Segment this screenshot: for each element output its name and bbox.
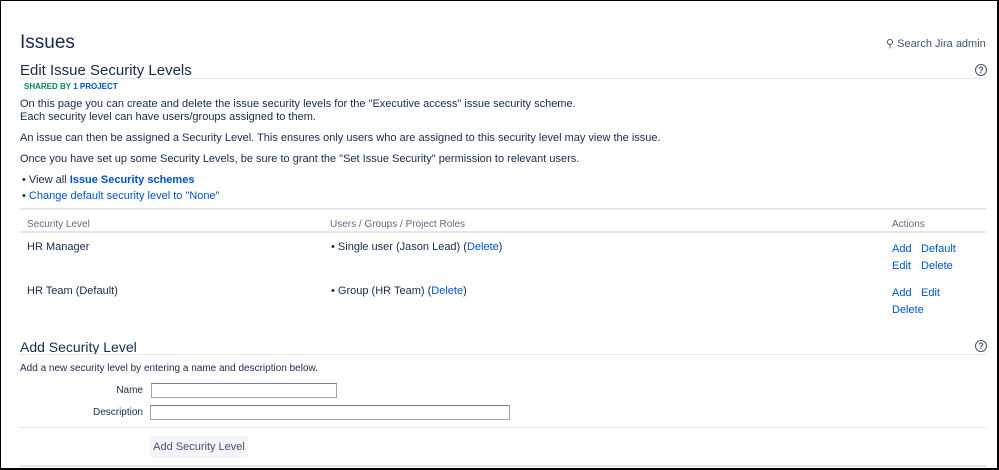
intro-text-1: On this page you can create and delete t… [20, 98, 576, 110]
table-header-divider [20, 231, 986, 233]
edit-link[interactable]: Edit [892, 260, 911, 272]
view-all-item: • View all Issue Security schemes [22, 174, 195, 186]
help-icon[interactable]: ? [975, 64, 987, 76]
divider [20, 78, 986, 79]
search-jira-admin-link[interactable]: ⚲ Search Jira admin [886, 37, 986, 50]
header-users-groups: Users / Groups / Project Roles [330, 219, 466, 230]
search-icon: ⚲ [886, 38, 895, 50]
description-input[interactable] [150, 405, 510, 420]
intro-text-4: Once you have set up some Security Level… [20, 153, 580, 165]
name-label: Name [116, 385, 143, 396]
page-title: Issues [20, 32, 75, 53]
security-level-name: HR Manager [27, 241, 90, 253]
add-link[interactable]: Add [892, 243, 912, 255]
delete-link[interactable]: Delete [892, 304, 924, 316]
divider [20, 354, 986, 355]
change-default-item: • Change default security level to "None… [22, 190, 220, 202]
description-label: Description [92, 407, 143, 418]
divider [20, 427, 986, 428]
default-link[interactable]: Default [921, 243, 956, 255]
delete-member-link[interactable]: Delete [431, 285, 463, 297]
delete-link[interactable]: Delete [921, 260, 953, 272]
member-item: • Single user (Jason Lead) (Delete) [331, 241, 503, 253]
add-security-level-button[interactable]: Add Security Level [150, 436, 248, 458]
shared-by-badge[interactable]: SHARED BY 1 PROJECT [24, 82, 118, 91]
add-link[interactable]: Add [892, 287, 912, 299]
security-level-name: HR Team (Default) [27, 285, 118, 297]
delete-member-link[interactable]: Delete [467, 241, 499, 253]
divider [20, 208, 986, 210]
header-security-level: Security Level [27, 219, 90, 230]
header-actions: Actions [892, 219, 925, 230]
add-section-description: Add a new security level by entering a n… [20, 363, 318, 374]
intro-text-2: Each security level can have users/group… [20, 111, 316, 123]
divider [20, 465, 986, 467]
name-input[interactable] [151, 383, 337, 398]
section-title: Edit Issue Security Levels [20, 62, 192, 79]
help-icon[interactable]: ? [975, 340, 987, 352]
add-section-title: Add Security Level [20, 339, 137, 355]
issue-security-schemes-link[interactable]: Issue Security schemes [70, 174, 195, 186]
intro-text-3: An issue can then be assigned a Security… [20, 132, 661, 144]
change-default-link[interactable]: Change default security level to "None" [29, 190, 220, 202]
member-item: • Group (HR Team) (Delete) [331, 285, 467, 297]
edit-link[interactable]: Edit [921, 287, 940, 299]
